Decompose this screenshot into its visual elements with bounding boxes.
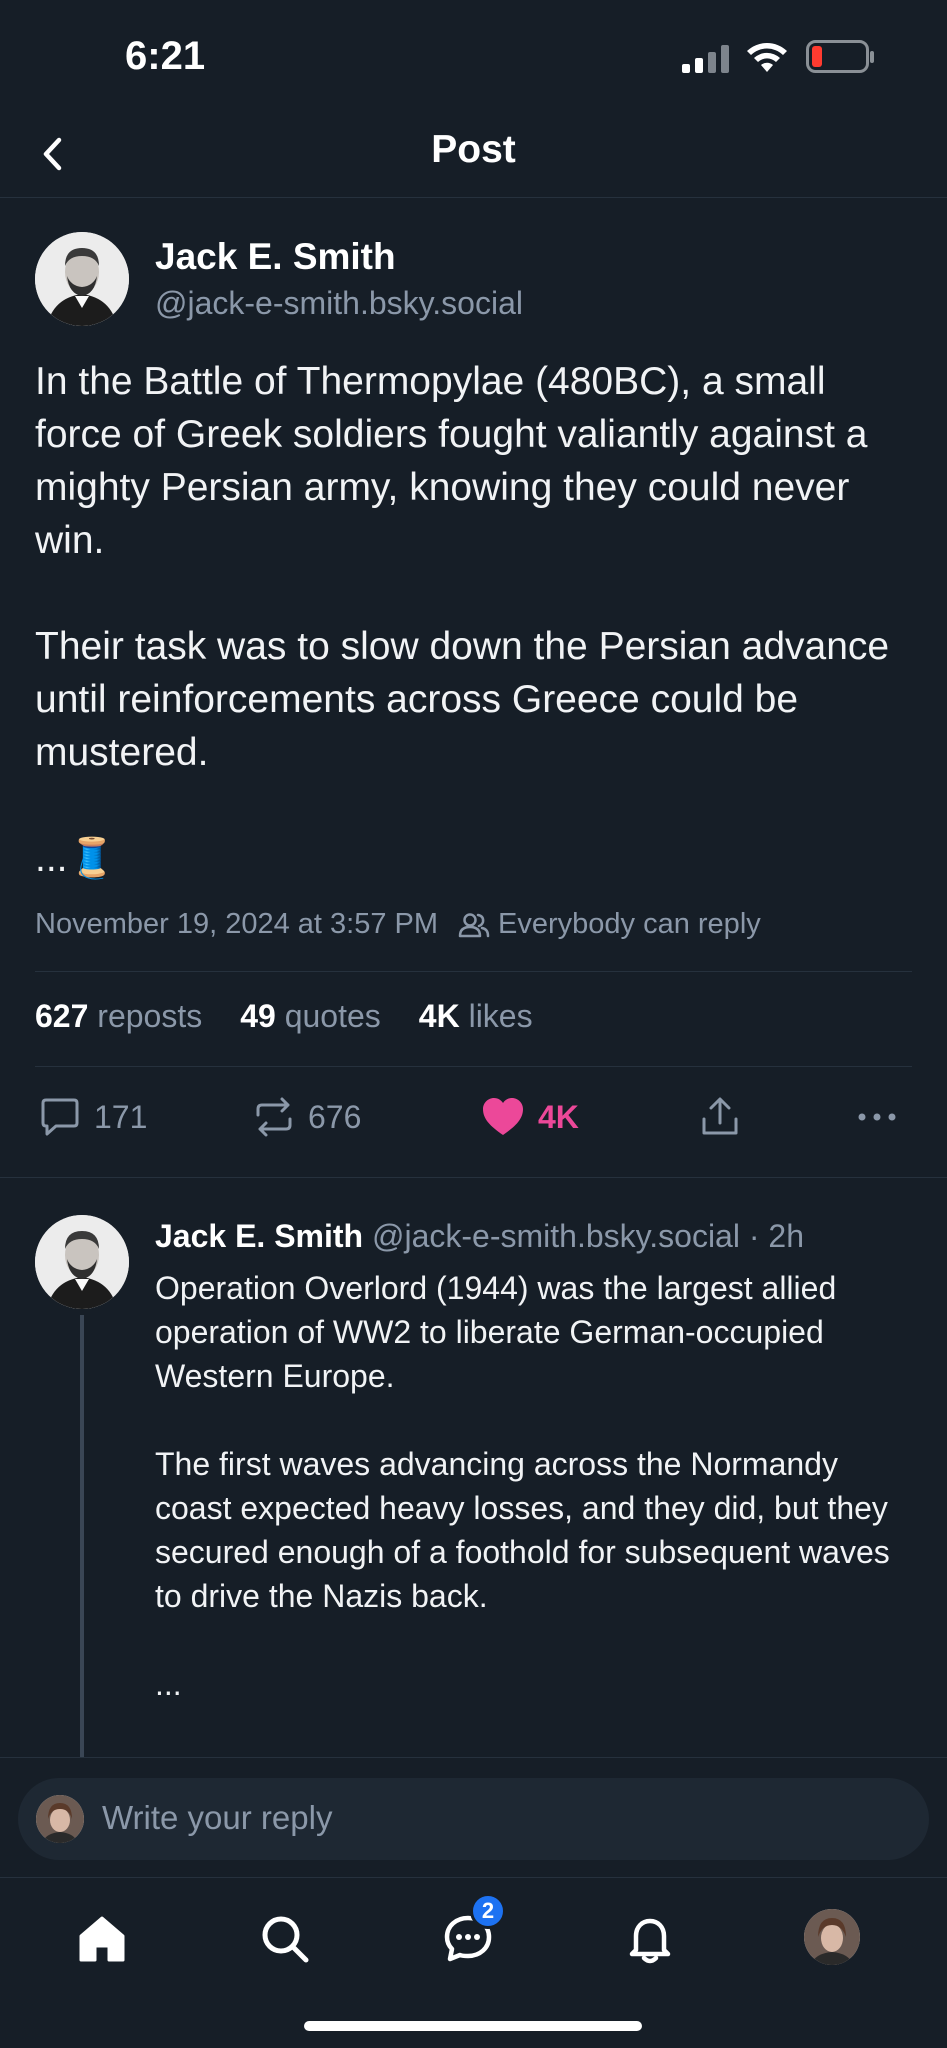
people-icon [458,911,490,939]
home-indicator [304,2021,642,2031]
bell-icon [629,1918,671,1964]
quotes-stat[interactable]: 49 quotes [240,998,381,1035]
likes-count: 4K [418,998,460,1034]
likes-label: likes [468,998,533,1034]
post-timestamp: November 19, 2024 at 3:57 PM [35,908,439,940]
cellular-signal-icon [682,45,729,73]
post-stats: 627 reposts 49 quotes 4K likes [35,998,533,1035]
likes-stat[interactable]: 4K likes [419,998,533,1035]
more-options-button[interactable] [856,1095,912,1139]
heart-filled-icon [483,1098,523,1135]
repost-count: 676 [308,1098,362,1135]
comment-icon [41,1098,79,1136]
profile-avatar [804,1909,860,1965]
reply-handle-time: @jack-e-smith.bsky.social · 2h [371,1218,804,1254]
wifi-icon [747,43,787,72]
thread-line [80,1315,84,1758]
more-dots-icon [858,1113,896,1121]
avatar-portrait [35,232,129,326]
tab-notifications[interactable] [620,1909,680,1969]
like-button[interactable]: 4K [480,1095,579,1139]
reply-placeholder: Write your reply [102,1799,333,1836]
repost-button[interactable]: 676 [252,1095,361,1139]
tab-profile[interactable] [804,1909,860,1965]
page-title: Post [431,128,516,171]
reply-header[interactable]: Jack E. Smith @jack-e-smith.bsky.social … [155,1218,804,1255]
avatar-portrait [35,1215,129,1309]
tab-search[interactable] [255,1909,315,1969]
search-icon [262,1916,309,1963]
share-button[interactable] [698,1095,754,1139]
author-avatar[interactable] [35,232,129,326]
reply-text[interactable]: Operation Overlord (1944) was the larges… [155,1266,895,1706]
status-time: 6:21 [125,34,206,78]
divider [35,1066,912,1067]
quotes-label: quotes [284,998,381,1034]
repost-icon [256,1097,292,1137]
quotes-count: 49 [240,998,276,1034]
reply-author-avatar[interactable] [35,1215,129,1309]
section-divider [0,1177,947,1178]
battery-low-icon [806,40,874,73]
reposts-stat[interactable]: 627 reposts [35,998,202,1035]
tab-home[interactable] [72,1909,132,1969]
reply-setting[interactable]: Everybody can reply [498,908,761,941]
home-icon [79,1916,125,1962]
chat-unread-badge: 2 [470,1893,506,1929]
post-meta: November 19, 2024 at 3:57 PM Everybody c… [35,908,761,941]
share-icon [702,1097,738,1135]
reply-composer-bar: Write your reply [0,1757,947,1878]
status-bar: 6:21 [0,0,947,110]
reposts-label: reposts [97,998,203,1034]
reply-count: 171 [94,1098,148,1135]
author-handle[interactable]: @jack-e-smith.bsky.social [155,285,523,322]
like-count: 4K [538,1098,579,1135]
reply-author-name: Jack E. Smith [155,1218,364,1254]
divider [35,971,912,972]
post-actions: 171 676 4K [0,1095,947,1145]
author-name[interactable]: Jack E. Smith [155,236,396,278]
post-text: In the Battle of Thermopylae (480BC), a … [35,360,890,880]
current-user-avatar [36,1795,84,1843]
reposts-count: 627 [35,998,89,1034]
post-header: Post [0,110,947,198]
reply-button[interactable]: 171 [38,1095,147,1139]
reply-input[interactable]: Write your reply [18,1778,929,1860]
